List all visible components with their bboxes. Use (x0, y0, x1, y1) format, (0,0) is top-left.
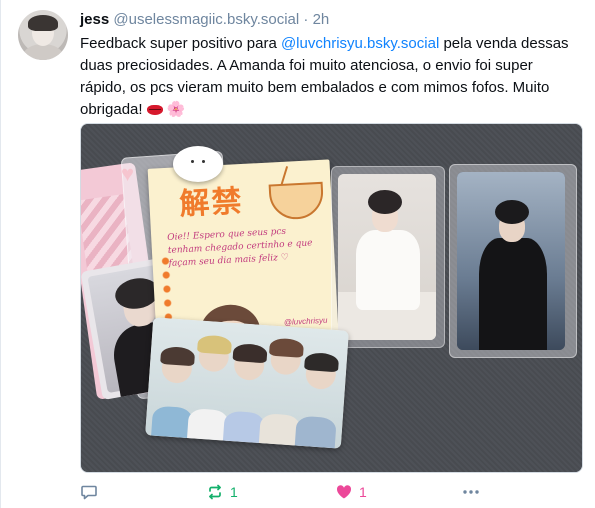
post-image[interactable]: ♥ 解禁 Oie!! Espero que seus pcs tenham ch… (80, 123, 583, 473)
ramen-bowl-icon (268, 181, 325, 221)
reply-button[interactable] (80, 480, 104, 504)
post-text: Feedback super positivo para @luvchrisyu… (80, 33, 580, 121)
post-text-start: Feedback super positivo para (80, 35, 281, 52)
post-time[interactable]: 2h (313, 11, 330, 28)
cloud-eye-right (202, 160, 205, 163)
photocard-white-hair (368, 190, 402, 214)
note-message: Oie!! Espero que seus pcs tenham chegado… (167, 226, 313, 269)
heart-icon (335, 483, 353, 501)
note-title: 解禁 (178, 183, 245, 223)
heart-sticker-icon: ♥ (121, 161, 135, 186)
cloud-eye-left (191, 160, 194, 163)
photocard-white (338, 174, 436, 340)
avatar-shoulders (23, 44, 63, 60)
repost-button[interactable]: 1 (206, 480, 238, 504)
post: jess @uselessmagiic.bsky.social · 2h Fee… (0, 0, 595, 508)
repost-count: 1 (230, 484, 238, 500)
like-button[interactable]: 1 (335, 480, 367, 504)
group-shirt-5 (294, 415, 337, 449)
photocard-white-body (356, 230, 420, 310)
note-signature: @luvchrisyu (283, 315, 328, 327)
cloud-sticker-icon (173, 146, 223, 182)
lips-emoji-icon (146, 105, 163, 115)
post-actions: 1 1 (80, 480, 583, 504)
photocard-leather (457, 172, 565, 350)
photocard-leather-hair (495, 200, 529, 224)
cherry-blossom-emoji-icon: 🌸 (166, 101, 186, 118)
repost-icon (206, 483, 224, 501)
reply-icon (80, 483, 98, 501)
avatar-hair (28, 15, 58, 31)
author-handle[interactable]: @uselessmagiic.bsky.social (113, 11, 299, 28)
photocard-group (145, 317, 349, 449)
photocard-leather-body (479, 238, 547, 350)
author-avatar[interactable] (18, 10, 68, 60)
mention-link[interactable]: @luvchrisyu.bsky.social (281, 35, 439, 52)
meta-separator: · (303, 11, 309, 28)
more-options-icon (461, 483, 481, 501)
author-name[interactable]: jess (80, 11, 109, 28)
like-count: 1 (359, 484, 367, 500)
post-header: jess @uselessmagiic.bsky.social · 2h (80, 10, 329, 30)
more-options-button[interactable] (461, 480, 481, 504)
